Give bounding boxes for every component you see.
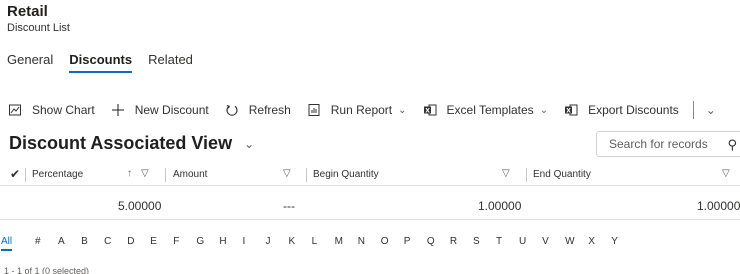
excel-templates-label: Excel Templates (446, 103, 534, 117)
export-discounts-button[interactable]: X Export Discounts (556, 100, 687, 120)
form-subtitle: Discount List (7, 22, 70, 34)
jump-letter-j[interactable]: J (266, 236, 271, 247)
jump-letter-f[interactable]: F (173, 236, 179, 247)
jump-letter-l[interactable]: L (312, 236, 318, 247)
chevron-down-icon: ⌄ (398, 104, 407, 116)
cell-percentage: 5.00000 (118, 199, 162, 213)
jump-letter-y[interactable]: Y (611, 236, 618, 247)
jump-letter-w[interactable]: W (565, 236, 574, 247)
jump-letter-q[interactable]: Q (427, 236, 435, 247)
export-excel-icon: X (564, 103, 578, 117)
column-header-percentage[interactable]: Percentage (32, 169, 83, 180)
jump-bar: All # A B C D E F G H I J K L M N O P Q R S T U V W X Y (0, 236, 740, 252)
jump-letter-c[interactable]: C (104, 236, 111, 247)
jump-letter-e[interactable]: E (150, 236, 157, 247)
form-tabs: General Discounts Related (7, 52, 193, 74)
cell-amount: --- (283, 199, 295, 213)
refresh-button[interactable]: Refresh (217, 100, 299, 120)
column-header-begin-quantity[interactable]: Begin Quantity (313, 169, 379, 180)
jump-letter-h[interactable]: H (219, 236, 226, 247)
run-report-label: Run Report (330, 103, 393, 117)
grid-header: ✔ Percentage ↑ ▽ Amount ▽ Begin Quantity… (0, 164, 740, 186)
jump-letter-m[interactable]: M (335, 236, 343, 247)
command-bar: Show Chart New Discount Refresh Run Repo… (0, 100, 740, 120)
filter-icon[interactable]: ▽ (141, 168, 149, 179)
command-separator (692, 101, 694, 119)
column-divider (165, 168, 166, 182)
tab-general[interactable]: General (7, 52, 53, 74)
new-discount-button[interactable]: New Discount (103, 100, 217, 120)
view-title: Discount Associated View (9, 133, 233, 153)
tab-related[interactable]: Related (148, 52, 193, 74)
jump-letter-all[interactable]: All (1, 236, 13, 251)
column-divider (526, 168, 527, 182)
svg-text:X: X (425, 107, 430, 114)
chevron-down-icon: ⌄ (705, 103, 716, 117)
run-report-button[interactable]: Run Report ⌄ (299, 100, 415, 120)
jump-letter-u[interactable]: U (519, 236, 526, 247)
chart-icon (8, 103, 22, 117)
filter-icon[interactable]: ▽ (502, 168, 510, 179)
sort-ascending-icon: ↑ (127, 168, 132, 179)
column-header-end-quantity[interactable]: End Quantity (533, 169, 591, 180)
cell-begin-quantity: 1.00000 (478, 199, 522, 213)
jump-letter-n[interactable]: N (358, 236, 365, 247)
search-icon[interactable]: ⚲ (727, 137, 737, 153)
jump-letter-s[interactable]: S (473, 236, 480, 247)
excel-templates-button[interactable]: X Excel Templates ⌄ (415, 100, 557, 120)
column-divider (25, 168, 26, 182)
export-discounts-label: Export Discounts (588, 103, 679, 117)
jump-letter-a[interactable]: A (58, 236, 65, 247)
record-count-footer: 1 - 1 of 1 (0 selected) (4, 266, 90, 274)
jump-letter-t[interactable]: T (496, 236, 502, 247)
table-row[interactable]: 5.00000 --- 1.00000 1.00000 (0, 190, 740, 220)
jump-letter-o[interactable]: O (381, 236, 389, 247)
jump-letter-x[interactable]: X (588, 236, 595, 247)
form-title: Retail (7, 3, 48, 20)
column-divider (306, 168, 307, 182)
search-placeholder: Search for records (609, 137, 708, 151)
more-commands-button[interactable]: ⌄ (698, 100, 724, 120)
jump-letter-d[interactable]: D (127, 236, 134, 247)
excel-icon: X (423, 103, 437, 117)
jump-letter-b[interactable]: B (81, 236, 88, 247)
show-chart-label: Show Chart (32, 103, 95, 117)
jump-letter-hash[interactable]: # (35, 236, 41, 247)
search-input[interactable]: Search for records ⚲ (596, 131, 740, 157)
jump-letter-p[interactable]: P (404, 236, 411, 247)
jump-letter-i[interactable]: I (242, 236, 245, 247)
svg-text:X: X (566, 107, 571, 114)
cell-end-quantity: 1.00000 (697, 199, 740, 213)
jump-letter-g[interactable]: G (196, 236, 204, 247)
new-discount-label: New Discount (134, 103, 209, 117)
refresh-icon (225, 103, 239, 117)
chevron-down-icon: ⌄ (244, 136, 255, 151)
select-all-checkmark-icon[interactable]: ✔ (10, 167, 20, 181)
plus-icon (111, 103, 125, 117)
report-icon (307, 103, 321, 117)
jump-letter-k[interactable]: K (289, 236, 296, 247)
chevron-down-icon: ⌄ (539, 104, 549, 116)
view-selector[interactable]: Discount Associated View ⌄ (9, 133, 254, 154)
jump-letter-v[interactable]: V (542, 236, 549, 247)
column-header-amount[interactable]: Amount (173, 169, 207, 180)
tab-discounts[interactable]: Discounts (69, 52, 132, 74)
filter-icon[interactable]: ▽ (722, 168, 730, 179)
show-chart-button[interactable]: Show Chart (0, 100, 103, 120)
jump-letter-r[interactable]: R (450, 236, 457, 247)
refresh-label: Refresh (248, 103, 291, 117)
filter-icon[interactable]: ▽ (283, 168, 291, 179)
